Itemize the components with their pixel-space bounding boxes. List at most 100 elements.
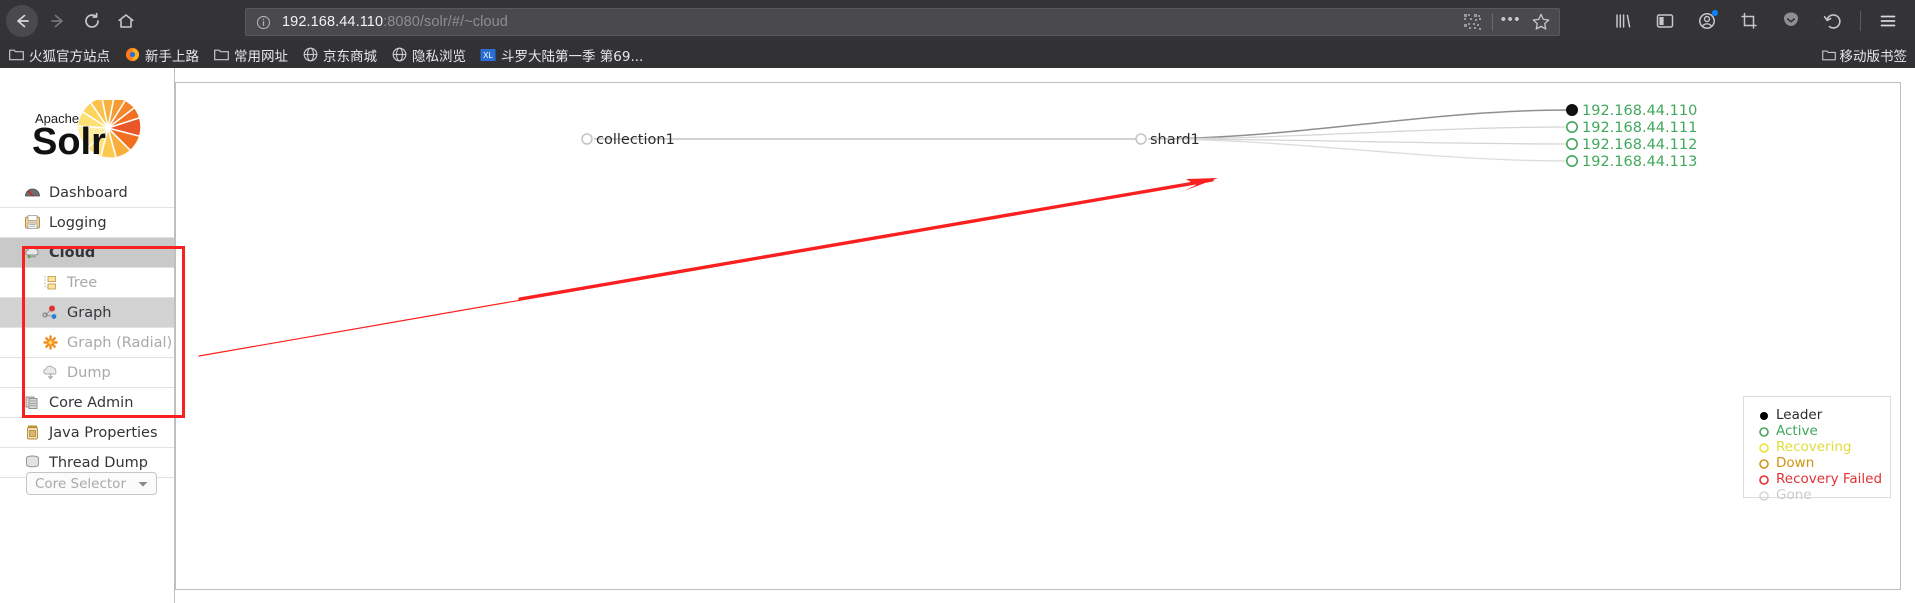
sidebar-item-tree[interactable]: Tree bbox=[0, 268, 174, 298]
reload-button[interactable] bbox=[76, 5, 108, 37]
home-button[interactable] bbox=[110, 5, 142, 37]
graph-node-replica-label: 192.168.44.110 bbox=[1582, 103, 1697, 119]
sync-icon[interactable] bbox=[1818, 6, 1848, 36]
bookmark-item-2[interactable]: 常用网址 bbox=[207, 44, 294, 66]
screenshot-icon[interactable] bbox=[1734, 6, 1764, 36]
graph-node-replica-circle-active bbox=[1566, 120, 1579, 133]
bookmark-item-5[interactable]: XL 斗罗大陆第一季 第69... bbox=[474, 44, 649, 66]
graph-node-replica-1[interactable]: 192.168.44.111 bbox=[1566, 120, 1698, 136]
legend-marker-active bbox=[1758, 425, 1770, 437]
sidebar-item-label: Graph bbox=[67, 304, 112, 321]
legend-marker-leader bbox=[1758, 409, 1770, 421]
sidebar-item-label: Core Admin bbox=[49, 394, 134, 411]
bookmark-label: 火狐官方站点 bbox=[29, 48, 110, 65]
bookmark-label: 隐私浏览 bbox=[412, 48, 466, 65]
graph-node-replica-0[interactable]: 192.168.44.110 bbox=[1566, 103, 1698, 119]
legend-label: Gone bbox=[1776, 486, 1812, 503]
graph-link-shard-replica-3 bbox=[1147, 138, 1569, 162]
solr-logo[interactable]: Apache Solr bbox=[22, 96, 158, 163]
sidebar-icon[interactable] bbox=[1650, 6, 1680, 36]
folder-icon bbox=[1821, 49, 1836, 61]
url-path: :8080/solr/#/~cloud bbox=[383, 14, 508, 30]
legend-item-gone: Gone bbox=[1758, 487, 1890, 503]
library-icon[interactable] bbox=[1608, 6, 1638, 36]
sidebar-item-label: Logging bbox=[49, 214, 107, 231]
graph-node-collection[interactable]: collection1 bbox=[581, 132, 675, 148]
sidebar-item-cloud[interactable]: Cloud bbox=[0, 238, 174, 268]
browser-chrome: 192.168.44.110:8080/solr/#/~cloud ••• 火狐… bbox=[0, 0, 1915, 68]
sidebar-item-graph[interactable]: Graph bbox=[0, 298, 174, 328]
graph-node-replica-label: 192.168.44.113 bbox=[1582, 154, 1697, 170]
sidebar-item-java-properties[interactable]: Java Properties bbox=[0, 418, 174, 448]
sidebar-item-dashboard[interactable]: Dashboard bbox=[0, 178, 174, 208]
core-selector-label: Core Selector bbox=[35, 475, 126, 492]
cloud-graph-panel: collection1 shard1 192.168.44.110 192.16… bbox=[175, 82, 1901, 590]
sidebar-item-logging[interactable]: Logging bbox=[0, 208, 174, 238]
sidebar-item-graph-radial[interactable]: Graph (Radial) bbox=[0, 328, 174, 358]
chevron-down-icon bbox=[138, 475, 148, 493]
graph-node-shard-label: shard1 bbox=[1150, 132, 1200, 148]
url-text: 192.168.44.110:8080/solr/#/~cloud bbox=[282, 14, 508, 30]
mobile-bookmarks-folder[interactable]: 移动版书签 bbox=[1821, 41, 1907, 68]
forward-arrow-icon bbox=[51, 14, 63, 28]
star-icon[interactable] bbox=[1531, 12, 1551, 32]
info-circle-icon[interactable] bbox=[256, 15, 271, 30]
sidebar-item-dump[interactable]: Dump bbox=[0, 358, 174, 388]
graph-node-replica-2[interactable]: 192.168.44.112 bbox=[1566, 137, 1698, 153]
bookmark-label: 常用网址 bbox=[234, 48, 288, 65]
tree-icon bbox=[42, 274, 59, 291]
url-bar-actions: ••• bbox=[1462, 9, 1559, 35]
bookmark-label: 新手上路 bbox=[145, 48, 199, 65]
globe-icon bbox=[302, 47, 318, 63]
crop-glyph bbox=[1741, 12, 1757, 29]
legend-marker-down bbox=[1758, 457, 1770, 469]
sidebar-item-label: Dump bbox=[67, 364, 111, 381]
dashboard-icon bbox=[24, 184, 41, 201]
bookmarks-toolbar: 火狐官方站点 新手上路 常用网址 京东商城 隐私浏览 XL 斗罗大陆第一季 第6… bbox=[0, 41, 1915, 68]
back-arrow-icon bbox=[17, 14, 29, 28]
cluster-graph: collection1 shard1 192.168.44.110 192.16… bbox=[581, 103, 1698, 170]
bookmark-item-3[interactable]: 京东商城 bbox=[296, 44, 383, 66]
sidebar-item-label: Thread Dump bbox=[49, 454, 148, 471]
cloud-sub-nav: Tree Graph Graph (Radial) Dump bbox=[0, 268, 174, 388]
bookmark-label: 京东商城 bbox=[323, 48, 377, 65]
sidebar-item-core-admin[interactable]: Core Admin bbox=[0, 388, 174, 418]
forward-button[interactable] bbox=[42, 5, 74, 37]
back-button[interactable] bbox=[6, 5, 38, 37]
graph-node-replica-circle-active bbox=[1566, 137, 1579, 150]
legend-label: Down bbox=[1776, 454, 1815, 471]
graph-radial-icon bbox=[42, 334, 59, 351]
undo-arrow-glyph bbox=[1823, 14, 1841, 29]
sidebar-item-label: Graph (Radial) bbox=[67, 334, 173, 351]
graph-node-replica-3[interactable]: 192.168.44.113 bbox=[1566, 154, 1698, 170]
legend-label: Recovering bbox=[1776, 438, 1852, 455]
bookmark-item-1[interactable]: 新手上路 bbox=[118, 44, 205, 66]
graph-node-replica-circle-active bbox=[1566, 155, 1579, 168]
solr-logo-solr: Solr bbox=[32, 121, 106, 162]
bookmark-label: 斗罗大陆第一季 第69... bbox=[501, 48, 644, 65]
sidebar-item-label: Cloud bbox=[49, 244, 96, 261]
folder-icon bbox=[8, 47, 24, 63]
graph-link-shard-replica-0 bbox=[1147, 109, 1569, 140]
solr-logo-glyph: Apache Solr bbox=[32, 96, 141, 163]
bookmark-item-0[interactable]: 火狐官方站点 bbox=[2, 44, 116, 66]
sidebar-item-label: Tree bbox=[67, 274, 98, 291]
hamburger-menu-icon[interactable] bbox=[1873, 6, 1903, 36]
ellipsis-icon[interactable]: ••• bbox=[1499, 12, 1525, 29]
core-admin-icon bbox=[24, 394, 41, 411]
reload-icon bbox=[85, 12, 99, 28]
sidebar-item-label: Dashboard bbox=[49, 184, 128, 201]
url-bar[interactable]: 192.168.44.110:8080/solr/#/~cloud ••• bbox=[245, 8, 1560, 36]
graph-node-collection-circle bbox=[581, 133, 593, 145]
library-glyph bbox=[1616, 14, 1631, 28]
legend-marker-gone bbox=[1758, 489, 1770, 501]
graph-node-shard[interactable]: shard1 bbox=[1135, 132, 1200, 148]
graph-node-replica-label: 192.168.44.111 bbox=[1582, 120, 1697, 136]
bookmark-item-4[interactable]: 隐私浏览 bbox=[385, 44, 472, 66]
url-host: 192.168.44.110 bbox=[282, 14, 384, 30]
pocket-icon[interactable] bbox=[1776, 6, 1806, 36]
qr-code-icon[interactable] bbox=[1462, 12, 1482, 32]
account-icon[interactable] bbox=[1692, 6, 1722, 36]
core-selector-dropdown[interactable]: Core Selector bbox=[26, 472, 157, 495]
toolbar-divider bbox=[1860, 11, 1861, 31]
